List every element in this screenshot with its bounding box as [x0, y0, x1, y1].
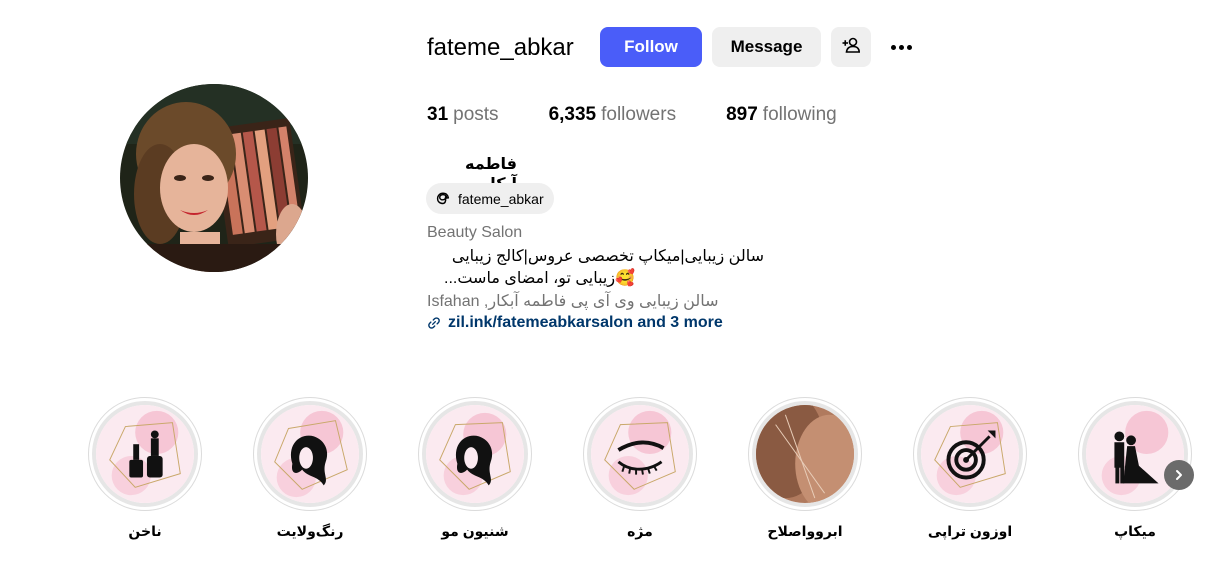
hair-style-icon [426, 405, 524, 503]
suggested-users-button[interactable] [831, 27, 871, 67]
more-options-icon[interactable] [885, 33, 917, 61]
nail-polish-icon [96, 405, 194, 503]
followers-stat[interactable]: 6,335 followers [549, 104, 677, 126]
follow-button[interactable]: Follow [600, 27, 702, 67]
highlight-eyebrow[interactable]: ابرو‌واصلاح [748, 397, 862, 540]
followers-label: followers [601, 104, 677, 125]
following-stat[interactable]: 897 following [726, 104, 837, 126]
add-user-icon [842, 37, 861, 58]
highlight-hair-color[interactable]: رنگ‌ولایت [253, 397, 367, 540]
highlight-eyelash[interactable]: مژه [583, 397, 697, 540]
highlight-hair-style[interactable]: شنیون مو [418, 397, 532, 540]
message-button[interactable]: Message [712, 27, 821, 67]
hair-color-icon [261, 405, 359, 503]
highlight-ozone-therapy[interactable]: اوزون تراپی [913, 397, 1027, 540]
profile-username: fateme_abkar [427, 34, 574, 61]
highlight-nails[interactable]: ناخن [88, 397, 202, 540]
bio-line-1: سالن زیبایی|میکاپ تخصصی عروس|کالج زیبایی [451, 248, 764, 265]
highlight-label: اوزون تراپی [927, 523, 1013, 539]
bio-line-2: 🥰زیبایی تو، امضای ماست... [444, 270, 635, 287]
threads-icon [436, 192, 450, 204]
followers-count: 6,335 [548, 104, 597, 125]
eyelash-icon [591, 405, 689, 503]
posts-stat: 31 posts [427, 104, 499, 126]
profile-address[interactable]: Isfahan ,سالن زیبایی وی آی پی فاطمه آبکا… [427, 291, 718, 311]
link-icon [428, 317, 440, 329]
following-count: 897 [726, 104, 758, 125]
profile-link[interactable]: zil.ink/fatemeabkarsalon and 3 more [427, 314, 723, 332]
profile-stats: 31 posts 6,335 followers 897 following [427, 104, 887, 126]
bride-groom-icon [1086, 405, 1184, 503]
highlight-label: رنگ‌ولایت [276, 523, 344, 539]
highlight-label: ابرو‌واصلاح [767, 523, 843, 539]
posts-count: 31 [427, 104, 449, 125]
profile-link-text: zil.ink/fatemeabkarsalon and 3 more [448, 314, 723, 331]
posts-label: posts [453, 104, 499, 125]
highlight-label: مژه [627, 523, 653, 539]
following-label: following [762, 104, 837, 125]
eyebrow-photo [756, 405, 854, 503]
threads-handle: fateme_abkar [458, 190, 544, 207]
profile-avatar[interactable] [120, 84, 308, 272]
highlight-label: ناخن [128, 523, 162, 539]
profile-category: Beauty Salon [427, 224, 523, 241]
highlight-label: میکاپ [1114, 523, 1156, 539]
threads-badge[interactable]: fateme_abkar [426, 183, 554, 214]
chevron-right-icon[interactable] [1164, 460, 1194, 490]
target-icon [921, 405, 1019, 503]
highlight-label: شنیون مو [441, 523, 509, 539]
